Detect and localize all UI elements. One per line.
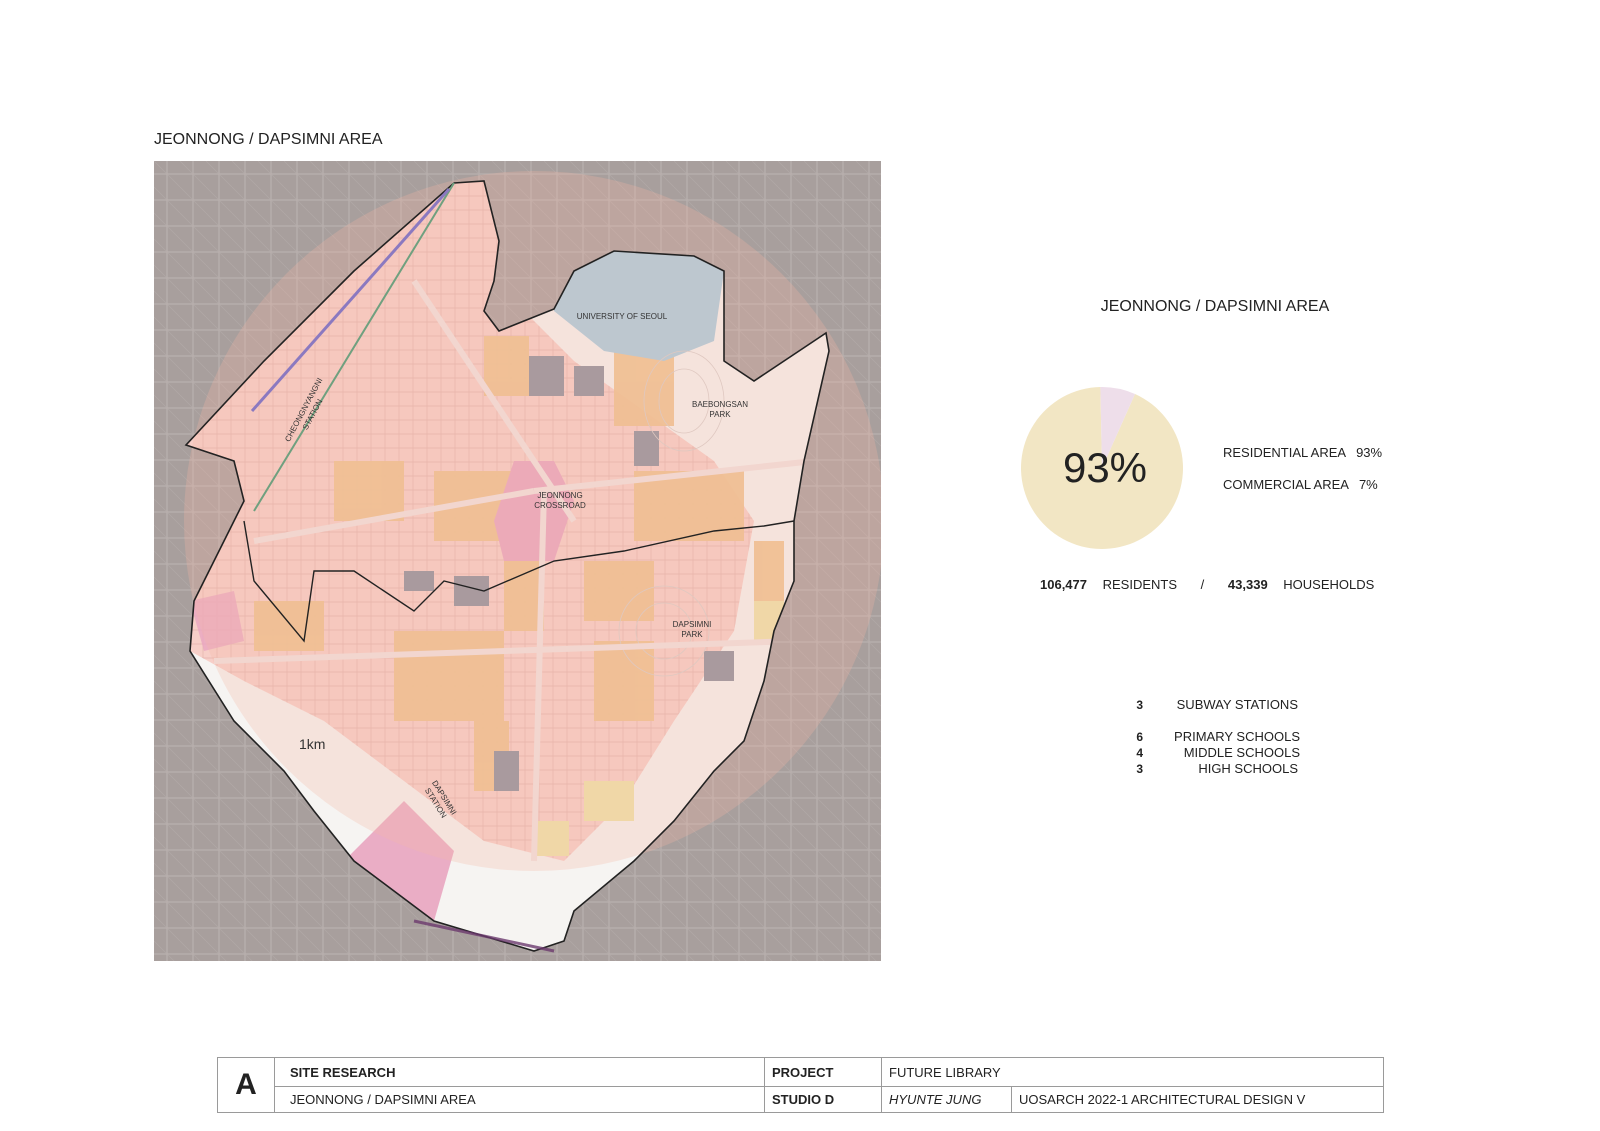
label-jeonnong-1: JEONNONG (537, 491, 582, 500)
project-label: PROJECT (772, 1064, 834, 1080)
facility-count: 6 (1136, 730, 1143, 744)
legend-commercial-label: COMMERCIAL AREA (1223, 477, 1349, 492)
population-separator: / (1200, 577, 1205, 592)
site-map: UNIVERSITY OF SEOUL BAEBONGSAN PARK CHEO… (154, 161, 881, 961)
facility-count: 3 (1136, 762, 1143, 776)
legend-commercial: COMMERCIAL AREA 7% (1223, 477, 1378, 492)
sheet-letter: A (235, 1068, 257, 1101)
facility-label: MIDDLE SCHOOLS (1183, 745, 1300, 760)
label-dapsimni-park-2: PARK (681, 630, 703, 639)
households-label: HOUSEHOLDS (1283, 577, 1375, 592)
households-value: 43,339 (1227, 577, 1268, 592)
project-value: FUTURE LIBRARY (889, 1064, 1001, 1080)
population-row: 106,477 RESIDENTS / 43,339 HOUSEHOLDS (1040, 577, 1390, 592)
map-title: JEONNONG / DAPSIMNI AREA (154, 131, 383, 148)
section-label: SITE RESEARCH (290, 1064, 396, 1080)
label-dapsimni-park-1: DAPSIMNI (673, 620, 712, 629)
facility-label: PRIMARY SCHOOLS (1174, 729, 1300, 744)
radius-label: 1km (299, 736, 325, 752)
section-value: JEONNONG / DAPSIMNI AREA (290, 1092, 476, 1107)
label-university: UNIVERSITY OF SEOUL (577, 312, 668, 321)
facility-count: 3 (1136, 698, 1143, 712)
stats-title: JEONNONG / DAPSIMNI AREA (1100, 298, 1330, 315)
facility-label: HIGH SCHOOLS (1198, 761, 1298, 776)
legend-residential-label: RESIDENTIAL AREA (1223, 445, 1347, 460)
radius-circle (184, 171, 881, 871)
facility-label: SUBWAY STATIONS (1176, 697, 1298, 712)
author-name: HYUNTE JUNG (889, 1092, 982, 1107)
pie-center-label: 93% (1062, 444, 1148, 491)
legend-commercial-value: 7% (1358, 477, 1378, 492)
label-baebongsan-1: BAEBONGSAN (692, 400, 748, 409)
residents-value: 106,477 (1040, 577, 1087, 592)
legend-residential-value: 93% (1356, 445, 1383, 460)
title-block: A SITE RESEARCH JEONNONG / DAPSIMNI AREA… (217, 1057, 1384, 1113)
studio-label: STUDIO D (772, 1092, 835, 1107)
label-baebongsan-2: PARK (709, 410, 731, 419)
legend-residential: RESIDENTIAL AREA 93% (1223, 445, 1382, 460)
course-name: UOSARCH 2022-1 ARCHITECTURAL DESIGN V (1019, 1092, 1306, 1107)
facility-count: 4 (1136, 746, 1143, 760)
residents-label: RESIDENTS (1102, 577, 1178, 592)
label-jeonnong-2: CROSSROAD (534, 501, 586, 510)
